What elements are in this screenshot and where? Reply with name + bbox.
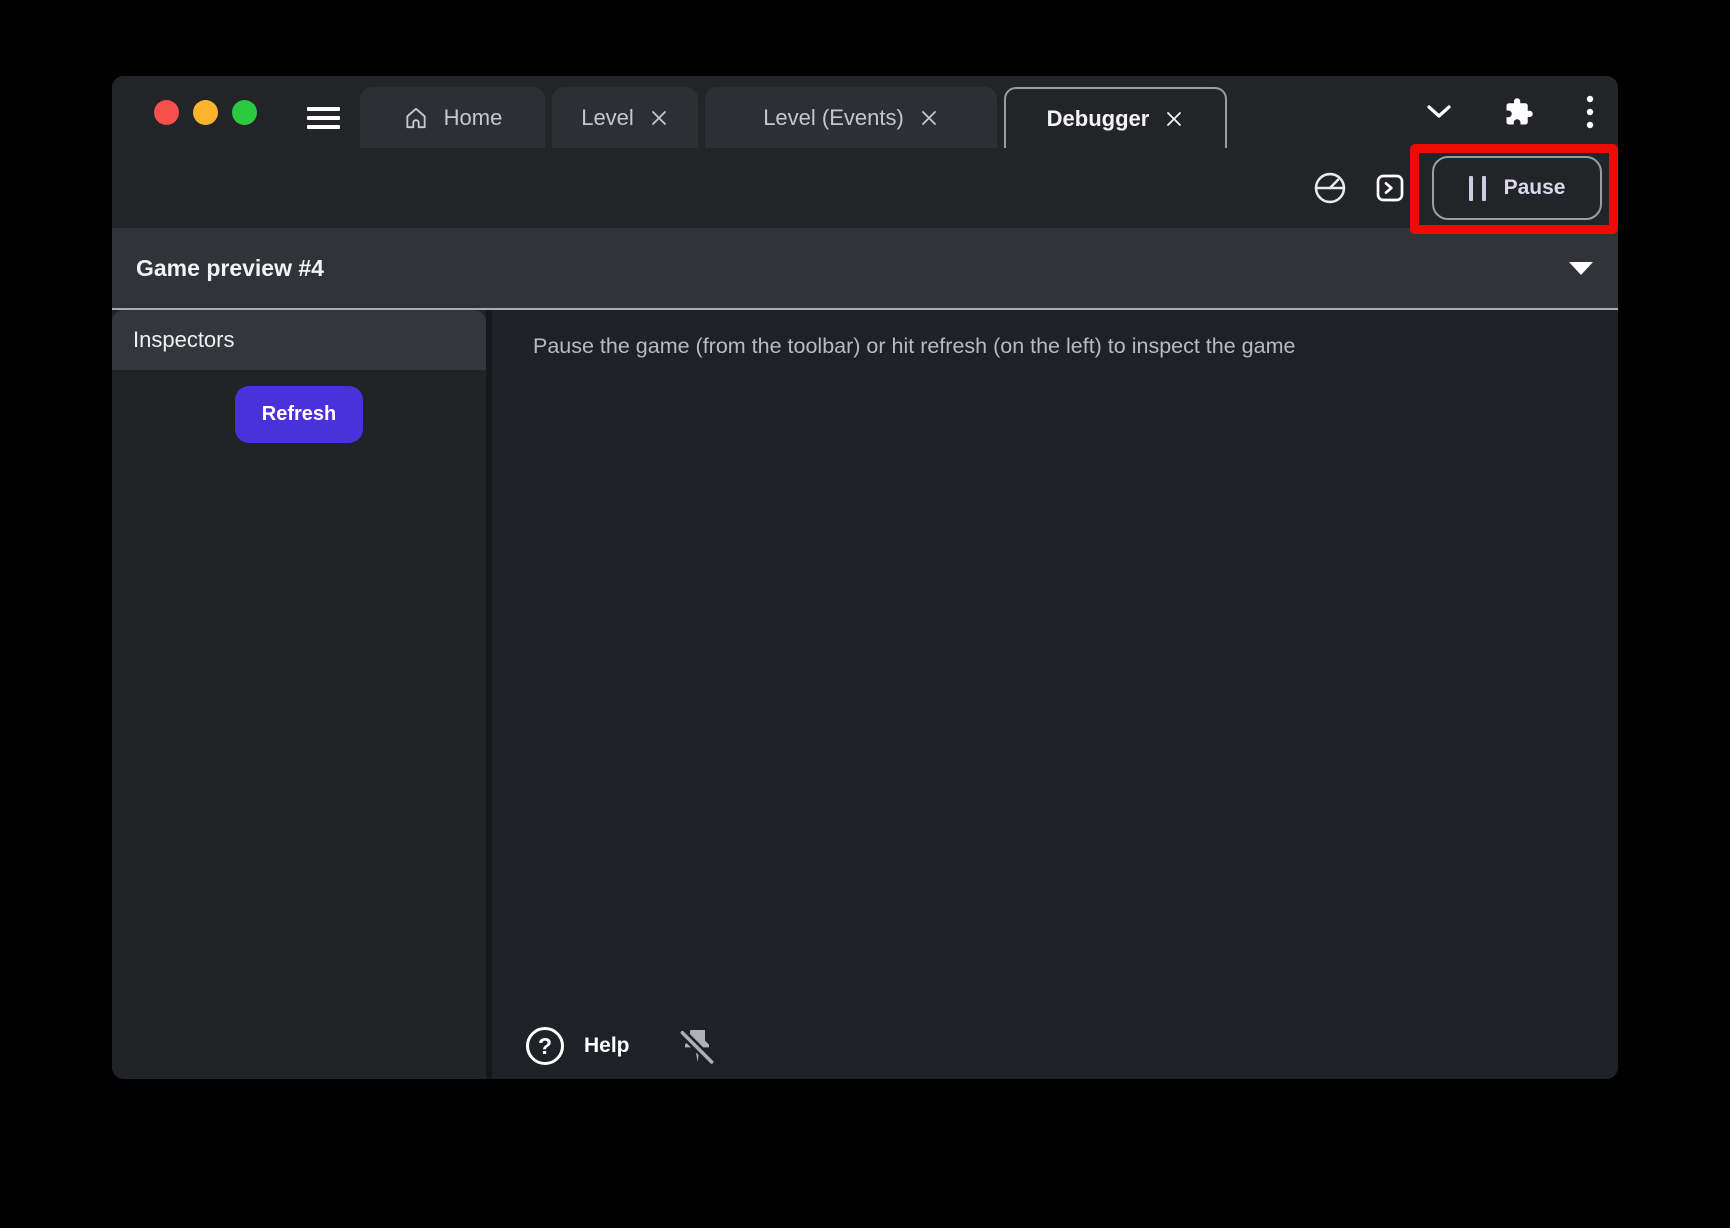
- inspectors-title: Inspectors: [133, 327, 235, 353]
- zoom-window-button[interactable]: [232, 100, 257, 125]
- inspector-main-panel: Pause the game (from the toolbar) or hit…: [492, 310, 1618, 1079]
- unpin-icon[interactable]: [678, 1026, 716, 1066]
- pause-button-label: Pause: [1504, 176, 1566, 200]
- pause-bars-icon: [1469, 176, 1486, 201]
- console-icon[interactable]: [1374, 172, 1406, 204]
- traffic-lights: [154, 100, 257, 125]
- minimize-window-button[interactable]: [193, 100, 218, 125]
- help-icon[interactable]: ?: [526, 1027, 564, 1065]
- help-row: ? Help: [526, 1026, 716, 1066]
- chevron-down-icon[interactable]: [1426, 104, 1452, 120]
- tab-level[interactable]: Level: [552, 87, 698, 148]
- close-icon[interactable]: [649, 108, 669, 128]
- close-window-button[interactable]: [154, 100, 179, 125]
- inspectors-sidebar: Inspectors Refresh: [112, 310, 486, 1079]
- debugger-content: Inspectors Refresh Pause the game (from …: [112, 310, 1618, 1079]
- debugger-toolbar: Pause: [112, 148, 1618, 228]
- tab-home[interactable]: Home: [360, 87, 545, 148]
- home-icon: [403, 105, 429, 131]
- kebab-menu-icon[interactable]: [1586, 94, 1594, 130]
- tab-bar: Home Level Level (Events): [112, 76, 1618, 148]
- app-window: Home Level Level (Events): [112, 76, 1618, 1079]
- tab-label: Debugger: [1047, 106, 1150, 132]
- tab-level-events[interactable]: Level (Events): [705, 87, 997, 148]
- game-preview-selector[interactable]: Game preview #4: [112, 228, 1618, 308]
- inspectors-header: Inspectors: [112, 310, 486, 370]
- titlebar-actions: [1426, 76, 1594, 148]
- profiler-gauge-icon[interactable]: [1312, 170, 1348, 206]
- refresh-button[interactable]: Refresh: [235, 386, 363, 443]
- game-preview-title: Game preview #4: [136, 255, 324, 282]
- tab-label: Level (Events): [763, 105, 904, 131]
- caret-down-icon[interactable]: [1569, 262, 1593, 275]
- help-label[interactable]: Help: [584, 1034, 630, 1058]
- tab-label: Home: [444, 105, 503, 131]
- close-icon[interactable]: [1164, 109, 1184, 129]
- hamburger-menu-icon[interactable]: [307, 107, 340, 129]
- close-icon[interactable]: [919, 108, 939, 128]
- pause-button[interactable]: Pause: [1432, 156, 1602, 220]
- desktop-background: Home Level Level (Events): [0, 0, 1730, 1228]
- extensions-puzzle-icon[interactable]: [1504, 97, 1534, 127]
- tab-label: Level: [581, 105, 634, 131]
- tab-debugger[interactable]: Debugger: [1004, 87, 1227, 148]
- empty-state-message: Pause the game (from the toolbar) or hit…: [533, 334, 1295, 359]
- tab-strip: Home Level Level (Events): [360, 87, 1227, 148]
